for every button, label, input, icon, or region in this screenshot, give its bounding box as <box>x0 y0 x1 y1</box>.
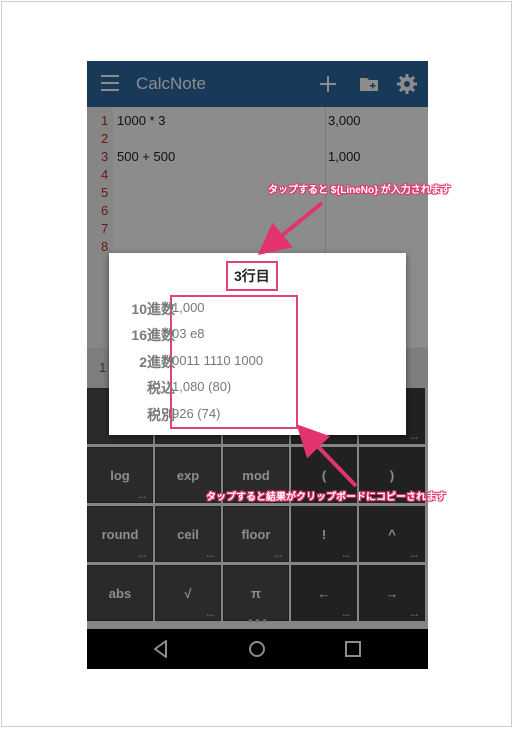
row-value-tax-included[interactable]: 1,080 (80) <box>172 379 231 394</box>
row-value-decimal[interactable]: 1,000 <box>172 300 205 315</box>
callout-line-number: タップすると ${LineNo} が入力されます <box>268 185 451 196</box>
row-separator: : <box>166 299 170 314</box>
row-separator: : <box>166 325 170 340</box>
row-label-binary: 2進数 <box>139 354 175 370</box>
row-separator: : <box>166 405 170 420</box>
line-detail-dialog: 3行目 10進数 : 1,000 16進数 : 03 e8 2進数 : 0011… <box>109 253 406 435</box>
row-separator: : <box>166 352 170 367</box>
row-value-hex[interactable]: 03 e8 <box>172 326 205 341</box>
row-label-tax-excluded: 税別 <box>147 407 175 423</box>
row-label-tax-included: 税込 <box>147 380 175 396</box>
row-value-tax-excluded[interactable]: 926 (74) <box>172 406 220 421</box>
row-separator: : <box>166 378 170 393</box>
dialog-title[interactable]: 3行目 <box>226 261 278 291</box>
callout-copy-result: タップすると結果がクリップボードにコピーされます <box>206 492 446 503</box>
row-value-binary[interactable]: 0011 1110 1000 <box>172 353 263 368</box>
